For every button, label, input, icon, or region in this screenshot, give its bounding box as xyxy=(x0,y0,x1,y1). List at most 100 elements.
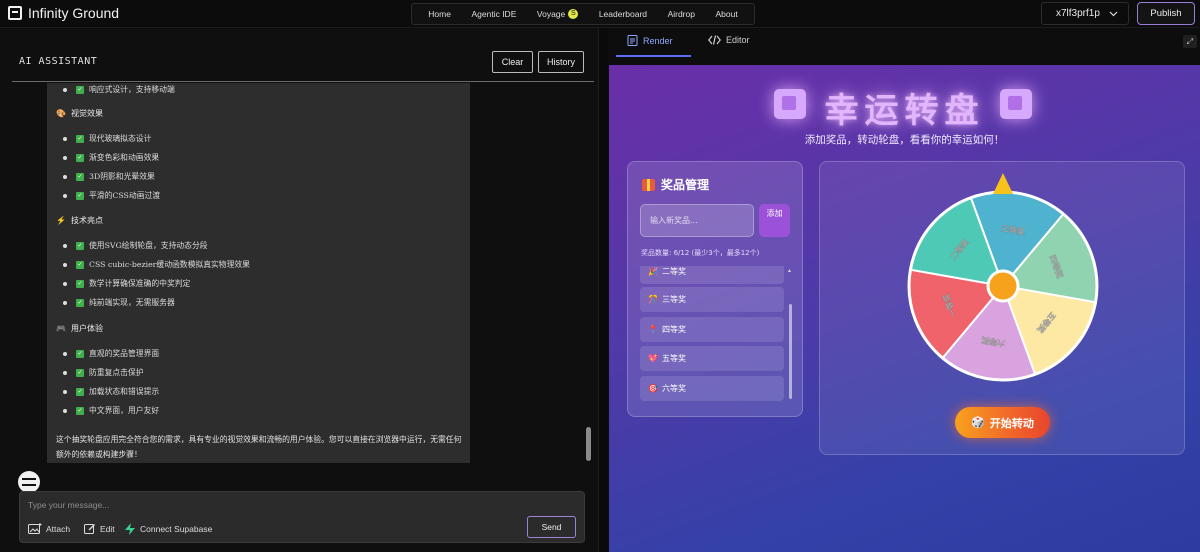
app-title: 幸运转盘 xyxy=(824,91,985,131)
attach-button[interactable]: Attach xyxy=(28,523,70,534)
confetti-icon: 🎊 xyxy=(648,295,658,304)
prize-management-panel: 奖品管理 添加 奖品数量: 6/12 (最少3个，最多12个) 🎉 二等奖 🎊 三等… xyxy=(627,161,803,417)
prize-panel-title: 奖品管理 xyxy=(642,176,709,193)
nav-home-label: Home xyxy=(428,9,451,19)
section-heading: 🎨 视觉效果 xyxy=(56,109,103,118)
username: x7lf3prf1p xyxy=(1056,8,1100,19)
spin-label: 开始转动 xyxy=(989,416,1034,430)
scroll-up-icon[interactable]: ▲ xyxy=(787,268,792,274)
nav-airdrop-label: Airdrop xyxy=(667,9,695,19)
prize-list-scrollbar[interactable] xyxy=(789,304,792,399)
main-nav: Home Agentic IDE Voyage S Leaderboard Air… xyxy=(411,3,755,25)
dice-icon: 🎲 xyxy=(971,416,985,429)
checkmark-icon: ✓ xyxy=(76,241,84,250)
brand-name: Infinity Ground xyxy=(28,5,120,21)
edit-button[interactable]: Edit xyxy=(84,523,115,535)
checkmark-icon: ✓ xyxy=(76,406,84,415)
list-item: ✓ 中文界面，用户友好 xyxy=(63,405,159,416)
prize-item[interactable]: 📍 四等奖 xyxy=(640,317,784,342)
prize-count: 奖品数量: 6/12 (最少3个，最多12个) xyxy=(641,249,760,257)
assistant-avatar xyxy=(18,471,40,493)
checkmark-icon: ✓ xyxy=(76,387,84,396)
edit-label: Edit xyxy=(100,524,115,534)
image-attach-icon xyxy=(28,523,42,534)
list-item: ✓ 响应式设计，支持移动端 xyxy=(63,84,175,95)
list-item: ✓ 数学计算确保准确的中奖判定 xyxy=(63,278,190,289)
code-icon xyxy=(708,35,721,45)
expand-icon[interactable]: ⤢ xyxy=(1183,35,1197,48)
brand-logo-icon xyxy=(8,6,22,20)
tab-render[interactable]: Render xyxy=(627,35,673,46)
app-preview: 幸运转盘 添加奖品，转动轮盘，看看你的幸运如何！ 奖品管理 添加 奖品数量: 6… xyxy=(609,65,1200,552)
add-prize-button[interactable]: 添加 xyxy=(759,204,790,237)
list-item: ✓ 现代玻璃拟态设计 xyxy=(63,133,151,144)
chevron-down-icon xyxy=(1109,11,1118,16)
target-icon: 🎯 xyxy=(648,384,658,393)
assistant-message: ✓ 响应式设计，支持移动端 🎨 视觉效果 ✓ 现代玻璃拟态设计 ✓ 渐变色彩和动画效果 … xyxy=(47,83,470,463)
clear-button[interactable]: Clear xyxy=(492,51,533,73)
nav-agentic-ide[interactable]: Agentic IDE xyxy=(471,9,516,19)
prize-item[interactable]: 🎯 六等奖 xyxy=(640,376,784,401)
nav-leaderboard-label: Leaderboard xyxy=(598,9,648,19)
voyage-badge-icon: S xyxy=(568,9,579,19)
chat-scrollbar[interactable] xyxy=(586,83,592,463)
connect-supabase-button[interactable]: Connect Supabase xyxy=(124,523,212,535)
publish-button[interactable]: Publish xyxy=(1137,2,1195,25)
prize-item[interactable]: 🎉 二等奖 xyxy=(640,266,784,284)
prize-label: 二等奖 xyxy=(662,267,686,276)
preview-tabs: Render Editor ⤢ xyxy=(609,28,1200,58)
message-input[interactable] xyxy=(28,498,428,512)
message-composer: Attach Edit Connect Supabase Send xyxy=(19,491,585,543)
preview-panel: Render Editor ⤢ 幸运转盘 添加奖品，转动轮盘，看看你的幸运如何！… xyxy=(609,28,1200,552)
tab-editor[interactable]: Editor xyxy=(708,35,750,45)
checkmark-icon: ✓ xyxy=(76,172,84,181)
send-button[interactable]: Send xyxy=(527,516,576,538)
gift-icon xyxy=(642,178,655,191)
nav-leaderboard[interactable]: Leaderboard xyxy=(599,9,647,19)
user-menu[interactable]: x7lf3prf1p xyxy=(1041,2,1129,25)
list-item: ✓ 直观的奖品管理界面 xyxy=(63,348,159,359)
checkmark-icon: ✓ xyxy=(76,134,84,143)
checkmark-icon: ✓ xyxy=(76,260,84,269)
list-item: ✓ CSS cubic-bezier缓动函数模拟真实物理效果 xyxy=(63,259,250,270)
gamepad-icon: 🎮 xyxy=(56,324,66,333)
nav-voyage[interactable]: Voyage S xyxy=(536,9,579,19)
prize-item[interactable]: 💖 五等奖 xyxy=(640,346,784,371)
prize-label: 五等奖 xyxy=(662,354,686,363)
nav-about-label: About xyxy=(715,9,738,19)
checkmark-icon: ✓ xyxy=(76,153,84,162)
checkmark-icon: ✓ xyxy=(76,85,84,94)
chat-scrollbar-thumb[interactable] xyxy=(586,427,591,461)
list-item: ✓ 3D阴影和光晕效果 xyxy=(63,171,155,182)
top-bar: Infinity Ground Home Agentic IDE Voyage S… xyxy=(0,0,1200,28)
history-button[interactable]: History xyxy=(538,51,584,73)
panel-splitter[interactable] xyxy=(598,28,608,552)
new-prize-input[interactable] xyxy=(640,204,754,237)
list-item: ✓ 加载状态和错误提示 xyxy=(63,386,159,397)
prize-item[interactable]: 🎊 三等奖 xyxy=(640,287,784,312)
nav-home[interactable]: Home xyxy=(428,9,451,19)
list-item: ✓ 防重复点击保护 xyxy=(63,367,144,378)
checkmark-icon: ✓ xyxy=(76,279,84,288)
tab-render-label: Render xyxy=(643,35,673,46)
prize-wheel: 三等奖四等奖五等奖六等奖一等奖二等奖 xyxy=(907,173,1099,382)
list-item: ✓ 平滑的CSS动画过渡 xyxy=(63,190,160,201)
spin-button[interactable]: 🎲 开始转动 xyxy=(955,407,1050,438)
checkmark-icon: ✓ xyxy=(76,191,84,200)
nav-airdrop[interactable]: Airdrop xyxy=(668,9,695,19)
brand[interactable]: Infinity Ground xyxy=(8,5,119,21)
list-item: ✓ 纯前端实现，无需服务器 xyxy=(63,297,175,308)
edit-icon xyxy=(84,524,95,534)
tab-editor-label: Editor xyxy=(726,35,750,45)
section-heading: 🎮 用户体验 xyxy=(56,324,103,333)
nav-about[interactable]: About xyxy=(716,9,738,19)
chat-panel: AI ASSISTANT Clear History ✓ 响应式设计，支持移动端 … xyxy=(0,29,598,552)
message-summary: 这个抽奖轮盘应用完全符合您的需求，具有专业的视觉效果和流畅的用户体验。您可以直接… xyxy=(56,435,462,459)
nav-voyage-label: Voyage xyxy=(536,9,566,19)
active-tab-indicator xyxy=(616,55,691,57)
prize-label: 三等奖 xyxy=(662,295,686,304)
attach-label: Attach xyxy=(46,523,71,534)
prize-label: 四等奖 xyxy=(662,325,686,334)
list-item: ✓ 使用SVG绘制轮盘，支持动态分段 xyxy=(63,240,208,251)
section-heading: ⚡ 技术亮点 xyxy=(56,216,103,225)
